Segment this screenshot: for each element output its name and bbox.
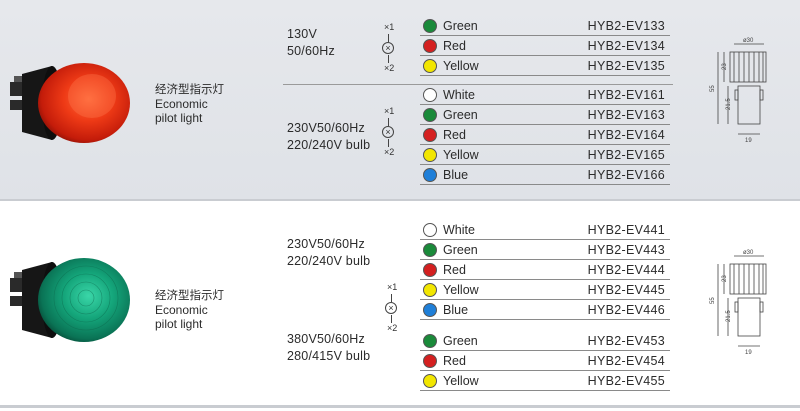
model-row: Red HYB2-EV454 <box>420 351 670 371</box>
green-color-dot-icon <box>423 107 437 122</box>
model-row: Blue HYB2-EV446 <box>420 300 670 320</box>
product-name-bottom: 经济型指示灯 Economic pilot light <box>155 288 224 331</box>
green-pilot-light-image <box>10 258 130 342</box>
product-name-top: 经济型指示灯 Economic pilot light <box>155 82 224 125</box>
dimension-drawing-top: ø30 23 21.5 55 19 <box>710 38 767 144</box>
color-name: Red <box>443 353 466 368</box>
green-color-dot-icon <box>423 333 437 348</box>
model-code: HYB2-EV161 <box>587 87 665 102</box>
model-code: HYB2-EV166 <box>587 167 665 182</box>
color-name: Green <box>443 333 478 348</box>
dim-height-1: 23 <box>722 63 728 70</box>
voltage-spec-1: 130V 50/60Hz <box>287 27 335 58</box>
section-separator <box>0 199 800 201</box>
model-code: HYB2-EV446 <box>587 302 665 317</box>
dim-total: 55 <box>710 297 716 304</box>
dim-bottom: 19 <box>745 350 752 356</box>
model-row: Green HYB2-EV133 <box>420 16 670 36</box>
lamp-circuit-symbol: ×1 × ×2 <box>382 106 395 157</box>
dim-height-1: 23 <box>722 275 728 282</box>
model-code: HYB2-EV164 <box>587 127 665 142</box>
model-row: Yellow HYB2-EV135 <box>420 56 670 76</box>
dim-height-2: 21.5 <box>726 310 732 322</box>
model-code: HYB2-EV134 <box>587 38 665 53</box>
model-row: Red HYB2-EV134 <box>420 36 670 56</box>
dim-diameter: ø30 <box>743 38 754 44</box>
dim-height-2: 21.5 <box>726 98 732 110</box>
color-name: Yellow <box>443 282 479 297</box>
model-row: Green HYB2-EV443 <box>420 240 670 260</box>
model-code: HYB2-EV163 <box>587 107 665 122</box>
color-name: White <box>443 222 475 237</box>
yellow-color-dot-icon <box>423 282 437 297</box>
model-row: Yellow HYB2-EV165 <box>420 145 670 165</box>
model-row: Blue HYB2-EV166 <box>420 165 670 185</box>
green-color-dot-icon <box>423 242 437 257</box>
product-name-english-line1: Economic <box>155 97 208 111</box>
voltage-spec-2: 230V50/60Hz 220/240V bulb <box>287 121 371 152</box>
color-name: Green <box>443 242 478 257</box>
color-name: Yellow <box>443 373 479 388</box>
model-row: White HYB2-EV161 <box>420 85 670 105</box>
model-code: HYB2-EV455 <box>587 373 665 388</box>
model-code: HYB2-EV454 <box>587 353 665 368</box>
model-row: Green HYB2-EV453 <box>420 331 670 351</box>
model-code: HYB2-EV453 <box>587 333 665 348</box>
model-list-top-group2: White HYB2-EV161 Green HYB2-EV163 Red HYB2-EV… <box>420 85 670 185</box>
yellow-color-dot-icon <box>423 58 437 73</box>
red-color-dot-icon <box>423 38 437 53</box>
red-pilot-light-image <box>10 63 130 143</box>
voltage-spec-4: 380V50/60Hz 280/415V bulb <box>287 332 371 363</box>
color-name: Red <box>443 262 466 277</box>
model-code: HYB2-EV443 <box>587 242 665 257</box>
model-list-bottom-group2: Green HYB2-EV453 Red HYB2-EV454 Yellow HYB2-E… <box>420 331 670 391</box>
model-row: Red HYB2-EV164 <box>420 125 670 145</box>
blue-color-dot-icon <box>423 167 437 182</box>
lamp-circuit-symbol: ×1 × ×2 <box>382 22 395 73</box>
white-color-dot-icon <box>423 87 437 102</box>
color-name: Red <box>443 38 466 53</box>
product-name-chinese: 经济型指示灯 <box>155 82 224 96</box>
model-row: Yellow HYB2-EV445 <box>420 280 670 300</box>
model-row: White HYB2-EV441 <box>420 220 670 240</box>
model-code: HYB2-EV441 <box>587 222 665 237</box>
product-name-english-line2: pilot light <box>155 317 203 331</box>
color-name: Green <box>443 107 478 122</box>
model-row: Yellow HYB2-EV455 <box>420 371 670 391</box>
voltage-spec-3: 230V50/60Hz 220/240V bulb <box>287 237 371 268</box>
product-name-english-line2: pilot light <box>155 111 203 125</box>
model-row: Red HYB2-EV444 <box>420 260 670 280</box>
model-row: Green HYB2-EV163 <box>420 105 670 125</box>
yellow-color-dot-icon <box>423 147 437 162</box>
dim-diameter: ø30 <box>743 250 754 256</box>
model-code: HYB2-EV445 <box>587 282 665 297</box>
color-name: Blue <box>443 302 469 317</box>
blue-color-dot-icon <box>423 302 437 317</box>
red-color-dot-icon <box>423 127 437 142</box>
color-name: Yellow <box>443 147 479 162</box>
section-separator-bottom <box>0 405 800 408</box>
white-color-dot-icon <box>423 222 437 237</box>
green-color-dot-icon <box>423 18 437 33</box>
dim-total: 55 <box>710 85 716 92</box>
color-name: Red <box>443 127 466 142</box>
dim-bottom: 19 <box>745 138 752 144</box>
model-list-bottom-group1: White HYB2-EV441 Green HYB2-EV443 Red HYB2-EV… <box>420 220 670 320</box>
lamp-circuit-symbol: ×1 × ×2 <box>385 282 398 333</box>
red-color-dot-icon <box>423 353 437 368</box>
red-color-dot-icon <box>423 262 437 277</box>
model-code: HYB2-EV444 <box>587 262 665 277</box>
color-name: Yellow <box>443 58 479 73</box>
model-list-top-group1: Green HYB2-EV133 Red HYB2-EV134 Yellow HYB2-E… <box>420 16 670 76</box>
product-name-chinese: 经济型指示灯 <box>155 288 224 302</box>
product-name-english-line1: Economic <box>155 303 208 317</box>
color-name: Green <box>443 18 478 33</box>
model-code: HYB2-EV133 <box>587 18 665 33</box>
color-name: White <box>443 87 475 102</box>
model-code: HYB2-EV135 <box>587 58 665 73</box>
yellow-color-dot-icon <box>423 373 437 388</box>
color-name: Blue <box>443 167 469 182</box>
dimension-drawing-bottom: ø30 23 21.5 55 19 <box>710 250 767 356</box>
model-code: HYB2-EV165 <box>587 147 665 162</box>
